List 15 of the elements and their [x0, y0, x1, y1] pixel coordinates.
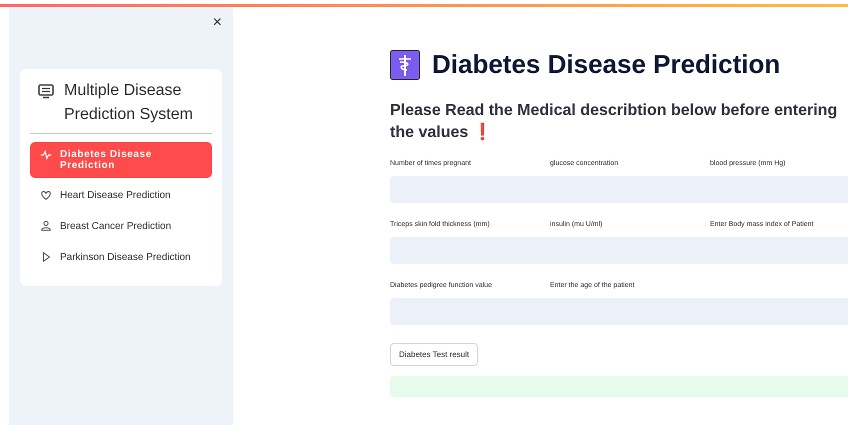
nav-item[interactable]: Heart Disease Prediction [30, 181, 212, 209]
heart-icon [40, 189, 52, 201]
play-icon [40, 251, 52, 263]
menu-card-icon [38, 84, 54, 99]
pulse-icon [40, 149, 52, 161]
nav-item[interactable]: Breast Cancer Prediction [30, 212, 212, 240]
test-result-button[interactable]: Diabetes Test result [390, 343, 478, 366]
notice-text: Please Read the Medical describtion below before entering the values ❗ [390, 101, 838, 143]
close-button[interactable]: × [212, 15, 222, 31]
nav-item[interactable]: Parkinson Disease Prediction [30, 243, 212, 271]
person-icon [40, 220, 52, 232]
exclamation-icon: ❗ [472, 124, 493, 141]
page-title: Diabetes Disease Prediction [432, 49, 780, 80]
sidebar-title: Multiple Disease Prediction System [64, 81, 194, 125]
medical-symbol-icon [390, 50, 420, 80]
